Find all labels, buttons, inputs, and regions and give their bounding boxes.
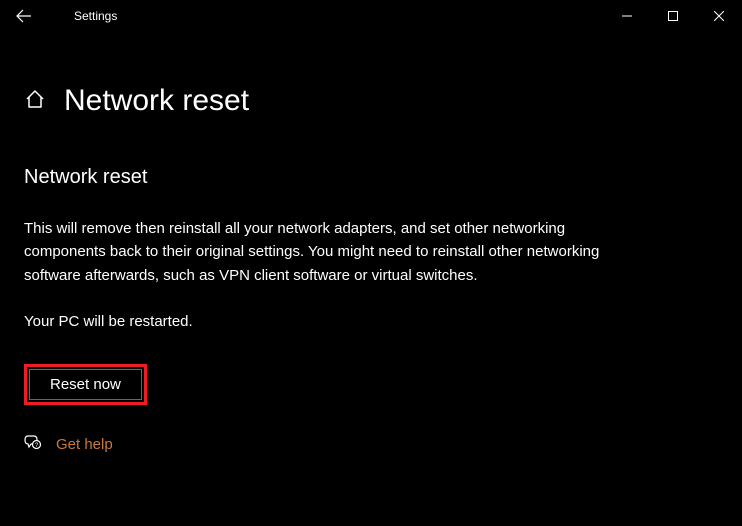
help-icon: ? xyxy=(24,433,42,456)
section-heading: Network reset xyxy=(24,166,718,189)
titlebar: Settings xyxy=(0,0,742,32)
page-title: Network reset xyxy=(64,84,249,118)
app-title: Settings xyxy=(74,9,117,23)
restart-note: Your PC will be restarted. xyxy=(24,313,718,330)
reset-button-highlight: Reset now xyxy=(24,364,147,405)
description-text: This will remove then reinstall all your… xyxy=(24,217,609,287)
page-header: Network reset xyxy=(24,84,718,118)
content-area: Network reset Network reset This will re… xyxy=(0,32,742,456)
minimize-icon xyxy=(622,11,632,21)
help-row: ? Get help xyxy=(24,433,718,456)
reset-now-button[interactable]: Reset now xyxy=(29,369,142,400)
get-help-link[interactable]: Get help xyxy=(56,436,113,453)
maximize-icon xyxy=(668,11,678,21)
back-button[interactable] xyxy=(8,0,40,32)
arrow-left-icon xyxy=(16,8,32,24)
window-controls xyxy=(604,0,742,32)
close-icon xyxy=(714,11,724,21)
close-button[interactable] xyxy=(696,0,742,32)
maximize-button[interactable] xyxy=(650,0,696,32)
minimize-button[interactable] xyxy=(604,0,650,32)
home-icon xyxy=(24,88,46,115)
